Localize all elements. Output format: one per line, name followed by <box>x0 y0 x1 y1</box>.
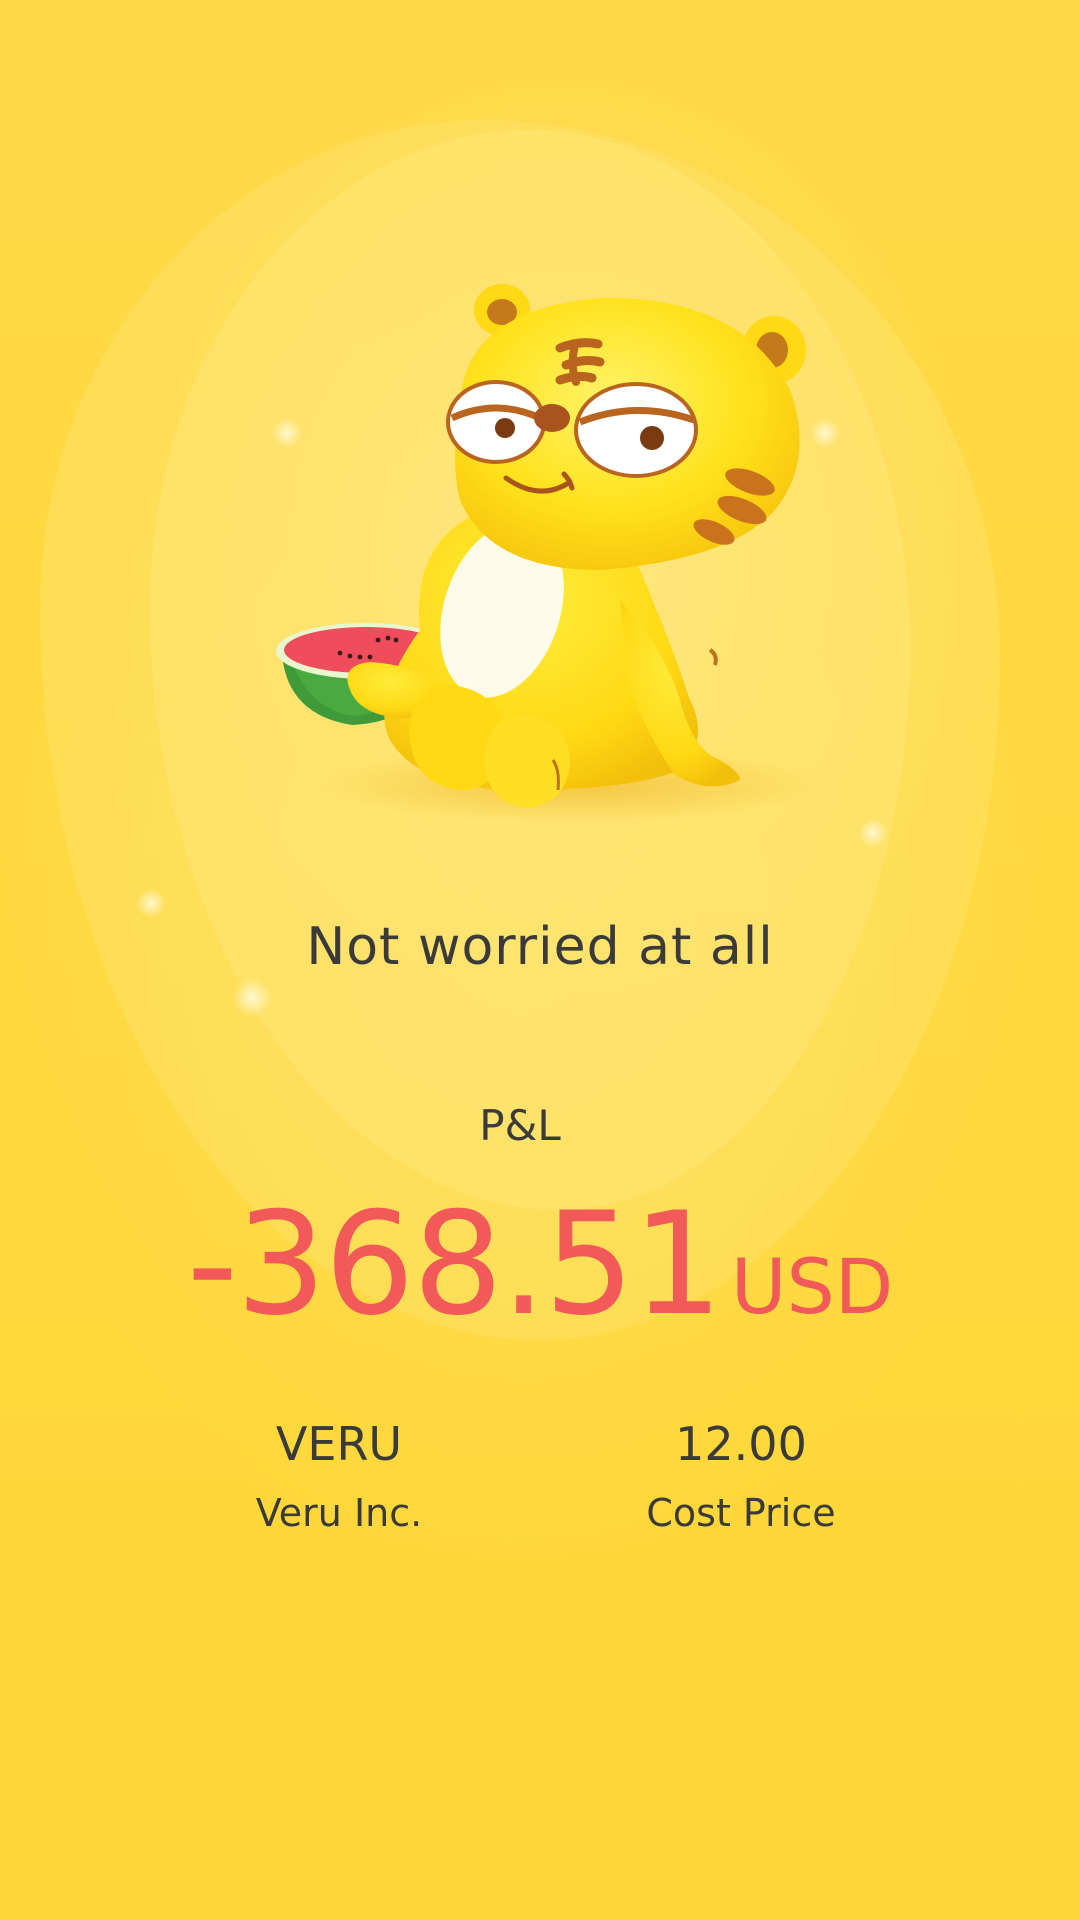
status-message: Not worried at all <box>306 917 774 977</box>
tiger-mascot-icon <box>276 284 820 823</box>
stock-info: VERU Veru Inc. <box>159 1415 519 1537</box>
stock-name: Veru Inc. <box>255 1491 423 1535</box>
mascot-head <box>446 284 806 570</box>
pnl-currency: USD <box>730 1242 894 1331</box>
pnl-label: P&L <box>479 1101 561 1150</box>
cost-price-value: 12.00 <box>675 1417 807 1471</box>
sparkle-decoration <box>136 888 166 918</box>
sparkle-decoration <box>232 978 272 1018</box>
cost-price-label: Cost Price <box>646 1491 836 1535</box>
pnl-amount: -368.51 USD <box>0 1190 1080 1362</box>
pnl-share-card: Not worried at all P&L -368.51 USD VERU V… <box>0 0 1080 1920</box>
pnl-value: -368.51 <box>186 1182 723 1347</box>
cost-info: 12.00 Cost Price <box>561 1415 921 1537</box>
stock-ticker: VERU <box>275 1417 403 1471</box>
sparkle-decoration <box>858 818 888 848</box>
